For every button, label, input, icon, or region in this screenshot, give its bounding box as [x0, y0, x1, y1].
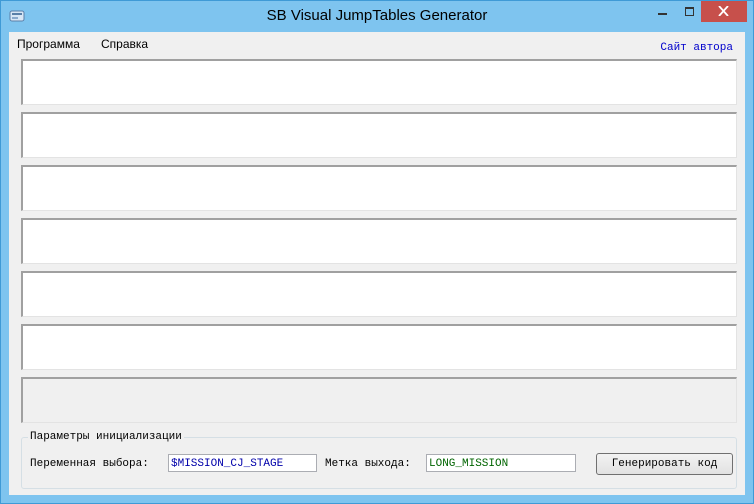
menu-help[interactable]: Справка: [101, 37, 148, 51]
init-params-group: Параметры инициализации Переменная выбор…: [21, 431, 737, 489]
menu-bar: Программа Справка Сайт автора: [9, 32, 745, 56]
minimize-button[interactable]: [647, 1, 675, 21]
jumptable-field-7-disabled: [21, 377, 737, 423]
jumptable-field-1[interactable]: [21, 59, 737, 105]
init-params-title: Параметры инициализации: [28, 431, 184, 443]
exit-label-input[interactable]: LONG_MISSION: [426, 454, 576, 472]
jumptable-field-5[interactable]: [21, 271, 737, 317]
menu-program[interactable]: Программа: [17, 37, 80, 51]
client-area: Программа Справка Сайт автора Параметры …: [9, 32, 745, 495]
jumptable-field-4[interactable]: [21, 218, 737, 264]
maximize-button[interactable]: [675, 1, 703, 21]
jumptable-field-2[interactable]: [21, 112, 737, 158]
jumptable-field-3[interactable]: [21, 165, 737, 211]
title-bar[interactable]: SB Visual JumpTables Generator: [1, 1, 753, 32]
exit-label-label: Метка выхода:: [325, 458, 411, 470]
window-title: SB Visual JumpTables Generator: [266, 7, 488, 24]
generate-code-button[interactable]: Генерировать код: [596, 453, 733, 475]
jumptable-field-6[interactable]: [21, 324, 737, 370]
close-icon: [718, 6, 729, 16]
selection-var-input[interactable]: $MISSION_CJ_STAGE: [168, 454, 317, 472]
selection-var-label: Переменная выбора:: [30, 458, 149, 470]
author-site-link[interactable]: Сайт автора: [660, 42, 733, 54]
app-window: SB Visual JumpTables Generator Программа…: [0, 0, 754, 504]
close-button[interactable]: [701, 1, 747, 22]
